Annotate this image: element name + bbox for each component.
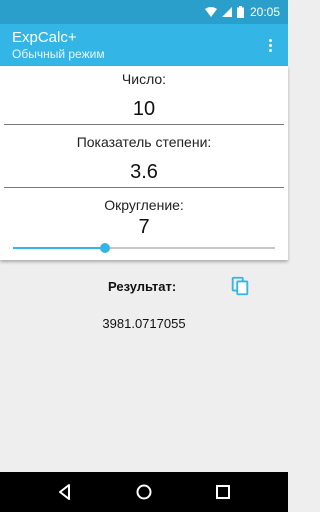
status-bar: 20:05: [0, 0, 288, 24]
back-icon[interactable]: [55, 482, 75, 502]
rounding-slider-fill: [13, 247, 105, 249]
rounding-slider[interactable]: [13, 243, 275, 253]
more-vert-icon[interactable]: [262, 35, 278, 55]
app-subtitle: Обычный режим: [12, 47, 105, 61]
status-time: 20:05: [249, 5, 280, 19]
number-field[interactable]: 10: [0, 98, 288, 121]
input-card: Число: 10 Показатель степени: 3.6 Округл…: [0, 66, 288, 260]
app-bar: ExpCalc+ Обычный режим: [0, 24, 288, 66]
copy-icon[interactable]: [229, 275, 251, 297]
number-field-underline: [4, 124, 284, 125]
exponent-label: Показатель степени:: [76, 134, 212, 150]
result-value: 3981.0717055: [102, 316, 186, 331]
number-label: Число:: [121, 71, 167, 87]
result-label: Результат:: [108, 279, 177, 294]
exponent-field[interactable]: 3.6: [0, 161, 288, 184]
battery-icon: [236, 6, 244, 18]
navigation-bar: [0, 472, 288, 512]
rounding-slider-thumb[interactable]: [99, 243, 110, 253]
signal-icon: [221, 7, 232, 17]
recents-icon[interactable]: [213, 482, 233, 502]
home-icon[interactable]: [134, 482, 154, 502]
app-title: ExpCalc+: [12, 29, 77, 46]
wifi-icon: [204, 7, 217, 17]
exponent-field-underline: [4, 187, 284, 188]
rounding-label: Округление:: [104, 197, 184, 213]
rounding-value: 7: [138, 216, 150, 238]
